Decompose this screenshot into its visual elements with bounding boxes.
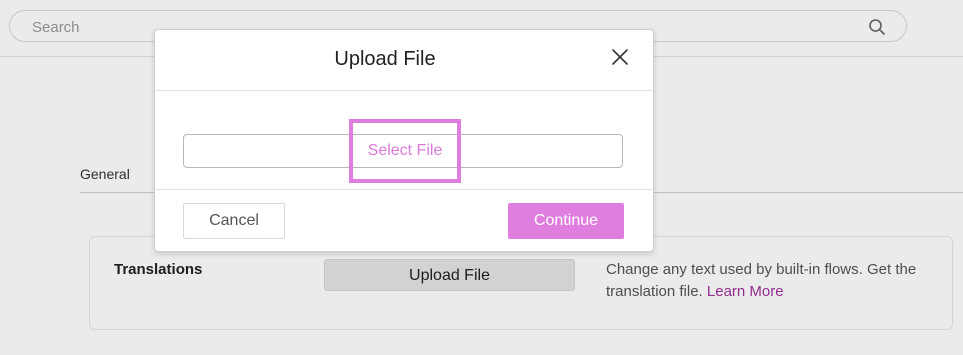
select-file-button[interactable]: Select File (349, 119, 461, 183)
close-icon[interactable] (611, 48, 629, 66)
dialog-header: Upload File (155, 30, 653, 91)
continue-button[interactable]: Continue (508, 203, 624, 239)
dialog-footer-divider (155, 189, 653, 190)
dialog-title: Upload File (334, 48, 436, 70)
upload-file-dialog: Upload File Select File Cancel Continue (154, 29, 654, 252)
cancel-button[interactable]: Cancel (183, 203, 285, 239)
